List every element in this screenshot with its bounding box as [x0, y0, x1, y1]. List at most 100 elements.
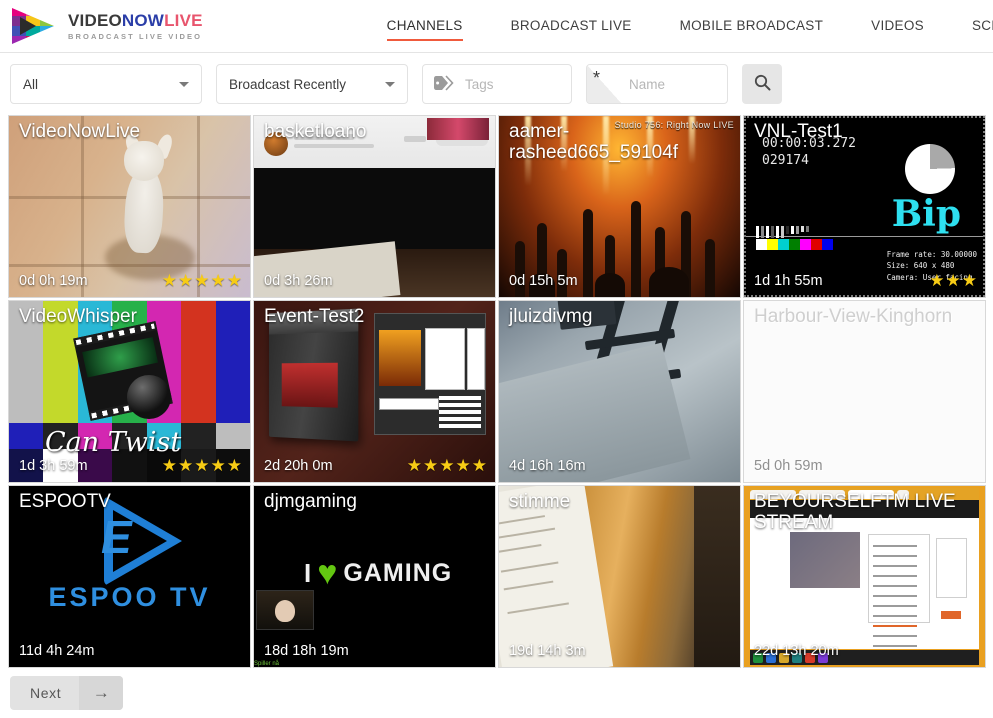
channel-uptime: 22d 13h 20m — [754, 643, 839, 659]
channel-title: Event-Test2 — [264, 306, 365, 327]
star-icon: ★ — [439, 456, 455, 475]
channel-card[interactable]: BEYOURSELFTM LIVE STREAM 22d 13h 20m — [743, 485, 986, 668]
test-pie-timer — [905, 144, 955, 194]
channel-card[interactable]: VideoNowLive 0d 0h 19m ★ ★ ★ ★ ★ — [8, 115, 251, 298]
channel-card[interactable]: Studio 756: Right Now LIVE aamer-rasheed… — [498, 115, 741, 298]
channel-uptime: 4d 16h 16m — [509, 458, 586, 474]
videowhisper-script-text: Can Twist — [45, 427, 182, 458]
star-icon: ★ — [406, 456, 422, 475]
channel-card[interactable]: Event-Test2 2d 20h 0m ★ ★ ★ ★ ★ — [253, 300, 496, 483]
channel-title: stimme — [509, 491, 571, 512]
channel-thumbnail — [499, 301, 740, 482]
brand-tagline: BROADCAST LIVE VIDEO — [68, 31, 203, 41]
nav-item-channels[interactable]: CHANNELS — [386, 12, 463, 41]
star-icon: ★ — [210, 456, 226, 475]
channel-card[interactable]: Harbour-View-Kinghorn 5d 0h 59m — [743, 300, 986, 483]
channel-thumbnail — [9, 116, 250, 297]
espoo-wordmark: ESPOO TV — [48, 582, 211, 612]
channel-rating[interactable]: ★ ★ ★ — [929, 272, 977, 289]
nav-item-broadcast-live[interactable]: BROADCAST LIVE — [511, 12, 632, 41]
test-framerate: Frame rate: 30.00000 — [886, 250, 977, 259]
channel-card[interactable]: jluizdivmg 4d 16h 16m — [498, 300, 741, 483]
thumbnail-art-color-bars: Can Twist — [9, 301, 250, 482]
test-color-bars — [756, 239, 833, 250]
name-input[interactable] — [621, 65, 727, 103]
tags-field[interactable] — [422, 64, 572, 104]
pagination-bar: Next → — [0, 668, 993, 718]
channel-thumbnail — [254, 301, 495, 482]
star-icon: ★ — [178, 456, 194, 475]
star-icon: ★ — [961, 271, 977, 290]
heart-icon: ♥ — [317, 553, 338, 592]
channel-title: VideoNowLive — [19, 121, 141, 142]
thumbnail-art-espoo: E ESPOO TV — [9, 486, 250, 667]
next-page-button[interactable]: Next → — [10, 676, 124, 710]
channel-card[interactable]: I ♥ GAMING Spiller nå djmgaming 18d 18h … — [253, 485, 496, 668]
tags-input[interactable] — [463, 75, 561, 93]
channel-title: BEYOURSELFTM LIVE STREAM — [754, 491, 956, 533]
star-icon: ★ — [226, 456, 242, 475]
channel-grid: VideoNowLive 0d 0h 19m ★ ★ ★ ★ ★ basketloano — [0, 115, 993, 668]
star-icon: ★ — [929, 271, 945, 290]
test-grey-bars — [756, 226, 809, 238]
nav-item-videos[interactable]: VIDEOS — [871, 12, 924, 41]
star-icon: ★ — [161, 271, 177, 290]
channel-thumbnail: 00:00:03.272 029174 Bip Frame rate: 30.0… — [744, 116, 985, 297]
search-button[interactable] — [742, 64, 782, 104]
channel-thumbnail — [254, 116, 495, 297]
star-icon: ★ — [423, 456, 439, 475]
channel-rating[interactable]: ★ ★ ★ ★ ★ — [162, 272, 242, 289]
thumbnail-art-dark-room — [254, 116, 495, 297]
channel-thumbnail — [499, 486, 740, 667]
test-framecount: 029174 — [762, 153, 809, 168]
channel-uptime: 1d 3h 59m — [19, 458, 88, 474]
channel-rating[interactable]: ★ ★ ★ ★ ★ — [407, 457, 487, 474]
thumbnail-art-interior — [499, 301, 740, 482]
channel-title: djmgaming — [264, 491, 357, 512]
brand-logo[interactable]: VIDEONOWLIVE BROADCAST LIVE VIDEO — [0, 6, 203, 46]
channel-uptime: 11d 4h 24m — [19, 643, 95, 659]
gaming-text-left: I — [304, 558, 312, 588]
main-navigation: CHANNELS BROADCAST LIVE MOBILE BROADCAST… — [363, 12, 993, 41]
category-select[interactable]: All — [10, 64, 202, 104]
channel-card[interactable]: 00:00:03.272 029174 Bip Frame rate: 30.0… — [743, 115, 986, 298]
gaming-text-right: GAMING — [343, 559, 453, 587]
chevron-down-icon — [179, 81, 189, 87]
brand-title-part1: VIDEO — [68, 10, 122, 30]
channel-thumbnail: E ESPOO TV — [9, 486, 250, 667]
brand-title-part3: LIVE — [164, 10, 203, 30]
thumbnail-art-test-pattern: 00:00:03.272 029174 Bip Frame rate: 30.0… — [744, 116, 985, 297]
next-page-label: Next — [30, 685, 62, 701]
star-icon: ★ — [161, 456, 177, 475]
channel-uptime: 1d 1h 55m — [754, 273, 823, 289]
nav-item-mobile-broadcast[interactable]: MOBILE BROADCAST — [680, 12, 824, 41]
star-icon: ★ — [210, 271, 226, 290]
required-marker: * — [587, 65, 621, 103]
channel-card[interactable]: Can Twist VideoWhisper 1d 3h 59m ★ ★ ★ ★ ★ — [8, 300, 251, 483]
star-icon: ★ — [471, 456, 487, 475]
name-field[interactable]: * — [586, 64, 728, 104]
channel-uptime: 18d 18h 19m — [264, 643, 349, 659]
search-icon — [754, 74, 771, 94]
category-select-value: All — [23, 76, 39, 92]
star-icon: ★ — [194, 456, 210, 475]
star-icon: ★ — [194, 271, 210, 290]
gaming-badge: Spiller nå — [254, 661, 280, 667]
thumbnail-art-gaming: I ♥ GAMING Spiller nå — [254, 486, 495, 667]
sort-select[interactable]: Broadcast Recently — [216, 64, 408, 104]
chevron-down-icon — [385, 81, 395, 87]
thumbnail-art-dog — [9, 116, 250, 297]
videonowlive-logo-icon — [10, 6, 56, 46]
star-icon: ★ — [226, 271, 242, 290]
channel-card[interactable]: E ESPOO TV ESPOOTV 11d 4h 24m — [8, 485, 251, 668]
nav-item-script[interactable]: SCRIPT — [972, 12, 993, 41]
channel-title: aamer-rasheed665_59104f — [509, 121, 679, 163]
thumbnail-art-product-box — [254, 301, 495, 482]
channel-thumbnail: I ♥ GAMING Spiller nå — [254, 486, 495, 667]
channel-card[interactable]: basketloano 0d 3h 26m — [253, 115, 496, 298]
channel-rating[interactable]: ★ ★ ★ ★ ★ — [162, 457, 242, 474]
thumbnail-art-blank — [744, 301, 985, 482]
channel-title: VideoWhisper — [19, 306, 137, 327]
channel-card[interactable]: stimme 19d 14h 3m — [498, 485, 741, 668]
test-size: Size: 640 x 480 — [886, 261, 955, 271]
